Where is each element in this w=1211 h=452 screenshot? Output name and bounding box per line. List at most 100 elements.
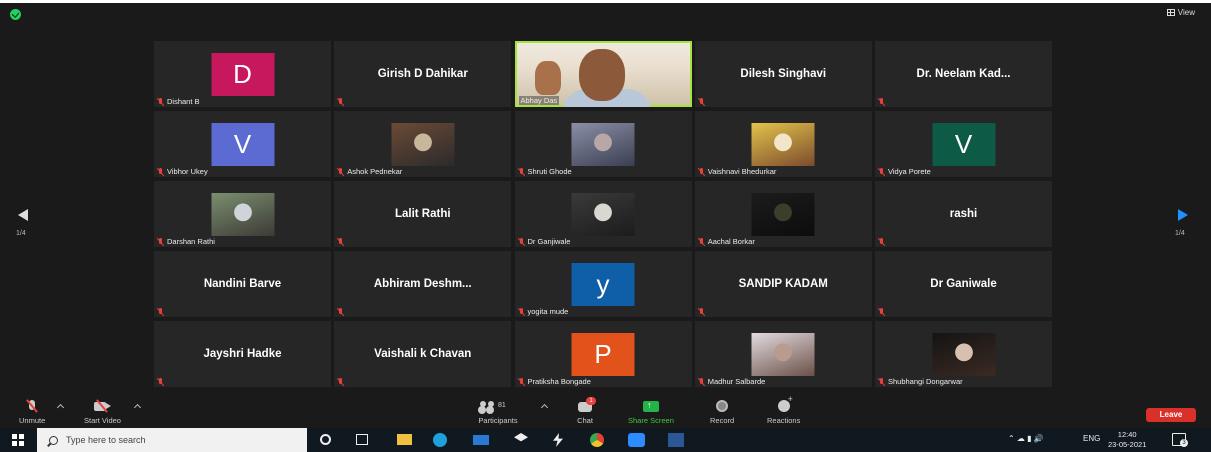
participant-tile[interactable]: Ashok Pednekar <box>334 111 512 177</box>
winamp-icon[interactable] <box>553 433 563 447</box>
participant-tile[interactable]: Madhur Salbarde <box>694 321 872 387</box>
muted-microphone-icon <box>337 238 344 246</box>
participant-tile[interactable]: V Vidya Porete <box>875 111 1052 177</box>
participant-tile[interactable]: Jayshri Hadke <box>154 321 331 387</box>
mail-icon[interactable] <box>473 435 489 445</box>
participant-tile[interactable]: Nandini Barve <box>154 251 331 317</box>
muted-microphone-icon <box>878 308 885 316</box>
view-button[interactable]: View <box>1166 8 1195 17</box>
participant-tile[interactable]: Girish D Dahikar <box>334 41 512 107</box>
participants-label: Participants <box>478 416 518 425</box>
participants-options-chevron-icon[interactable] <box>540 403 549 412</box>
participant-display-name: Lalit Rathi <box>394 208 451 220</box>
participant-tile[interactable]: Lalit Rathi <box>334 181 512 247</box>
participant-tile[interactable]: Vaishali k Chavan <box>334 321 512 387</box>
search-placeholder: Type here to search <box>66 435 146 445</box>
audio-options-chevron-icon[interactable] <box>56 403 65 412</box>
participant-name: Dishant B <box>167 97 200 106</box>
participant-name: Abhay Das <box>520 96 558 105</box>
participant-name-tag: Aachal Borkar <box>698 237 755 246</box>
participant-tile[interactable]: Aachal Borkar <box>694 181 872 247</box>
profile-photo <box>211 193 274 236</box>
profile-photo <box>932 333 995 376</box>
cortana-icon[interactable] <box>320 434 331 445</box>
record-button[interactable]: Record <box>710 399 734 425</box>
participant-name-tag: Vaishnavi Bhedurkar <box>698 167 776 176</box>
participant-tile[interactable]: D Dishant B <box>154 41 331 107</box>
participant-name: Shubhangi Dongarwar <box>888 377 963 386</box>
muted-microphone-icon <box>157 308 164 316</box>
participant-tile[interactable]: Dr Ganiwale <box>875 251 1052 317</box>
participant-name-tag: yogita mude <box>518 307 569 316</box>
participant-display-name: SANDIP KADAM <box>738 278 828 290</box>
participant-tile[interactable]: Abhiram Deshm... <box>334 251 512 317</box>
taskbar-clock[interactable]: 12:40 23-05-2021 <box>1108 430 1146 450</box>
participant-name: Aachal Borkar <box>707 237 755 246</box>
chat-label: Chat <box>577 416 593 425</box>
avatar: y <box>571 263 635 306</box>
file-explorer-icon[interactable] <box>397 434 412 445</box>
zoom-app-icon[interactable] <box>628 433 645 447</box>
word-app-icon[interactable] <box>668 433 684 447</box>
participant-name-tag: Vibhor Ukey <box>157 167 208 176</box>
participant-tile[interactable]: y yogita mude <box>514 251 692 317</box>
participant-tile[interactable]: P Pratiksha Bongade <box>514 321 692 387</box>
participant-display-name: Girish D Dahikar <box>377 68 468 80</box>
participant-name-tag <box>878 308 885 316</box>
chat-button[interactable]: 1 Chat <box>576 397 596 425</box>
security-shield-icon[interactable] <box>10 9 21 20</box>
participant-tile[interactable]: Abhay Das <box>514 41 692 107</box>
windows-start-icon[interactable] <box>12 434 24 446</box>
view-label: View <box>1177 8 1195 17</box>
participant-name-tag: Shruti Ghode <box>518 167 572 176</box>
participant-tile[interactable]: Darshan Rathi <box>154 181 331 247</box>
dropbox-icon[interactable] <box>514 433 528 442</box>
participant-tile[interactable]: Dr Ganjiwale <box>514 181 692 247</box>
muted-microphone-icon <box>157 378 164 386</box>
share-screen-icon <box>642 399 660 413</box>
participant-tile[interactable]: Vaishnavi Bhedurkar <box>694 111 872 177</box>
video-options-chevron-icon[interactable] <box>133 403 142 412</box>
participant-tile[interactable]: Dilesh Singhavi <box>694 41 872 107</box>
share-screen-label: Share Screen <box>628 416 674 425</box>
participant-tile[interactable]: Dr. Neelam Kad... <box>875 41 1052 107</box>
previous-page-arrow-icon[interactable] <box>18 209 28 221</box>
task-view-icon[interactable] <box>356 434 368 445</box>
participant-name-tag: Pratiksha Bongade <box>518 377 591 386</box>
avatar: P <box>571 333 635 376</box>
participants-count: 81 <box>498 402 506 409</box>
muted-microphone-icon <box>878 167 885 176</box>
unmute-button[interactable]: Unmute <box>19 399 45 425</box>
participants-button[interactable]: 81 Participants <box>478 399 518 425</box>
participant-name: Shruti Ghode <box>527 167 572 176</box>
participant-name: Ashok Pednekar <box>347 167 403 176</box>
muted-microphone-icon <box>337 308 344 316</box>
clock-time: 12:40 <box>1117 430 1137 439</box>
participant-tile[interactable]: SANDIP KADAM <box>694 251 872 317</box>
participant-tile[interactable]: V Vibhor Ukey <box>154 111 331 177</box>
participant-name-tag: Shubhangi Dongarwar <box>878 377 963 386</box>
participant-display-name: Abhiram Deshm... <box>373 278 472 290</box>
muted-microphone-icon <box>157 167 164 176</box>
participant-name: Vibhor Ukey <box>167 167 208 176</box>
participant-name-tag <box>157 378 164 386</box>
share-screen-button[interactable]: Share Screen <box>628 399 674 425</box>
participant-name-tag <box>337 378 344 386</box>
notification-count: 3 <box>1180 439 1188 447</box>
language-indicator[interactable]: ENG <box>1083 434 1100 443</box>
edge-browser-icon[interactable] <box>433 433 447 447</box>
taskbar-search-input[interactable]: Type here to search <box>37 428 307 452</box>
reactions-button[interactable]: Reactions <box>767 394 800 425</box>
participant-name: yogita mude <box>527 307 569 316</box>
leave-button[interactable]: Leave <box>1146 408 1196 422</box>
participant-name: Vidya Porete <box>888 167 931 176</box>
start-video-button[interactable]: Start Video <box>84 399 121 425</box>
search-icon <box>49 435 58 445</box>
participant-tile[interactable]: rashi <box>875 181 1052 247</box>
system-tray-icons[interactable]: ⌃ ☁ ▮ 🔊 <box>1008 434 1044 443</box>
muted-microphone-icon <box>878 238 885 246</box>
participant-tile[interactable]: Shruti Ghode <box>514 111 692 177</box>
next-page-arrow-icon[interactable] <box>1178 209 1188 221</box>
participant-tile[interactable]: Shubhangi Dongarwar <box>875 321 1052 387</box>
chrome-icon[interactable] <box>590 433 604 447</box>
